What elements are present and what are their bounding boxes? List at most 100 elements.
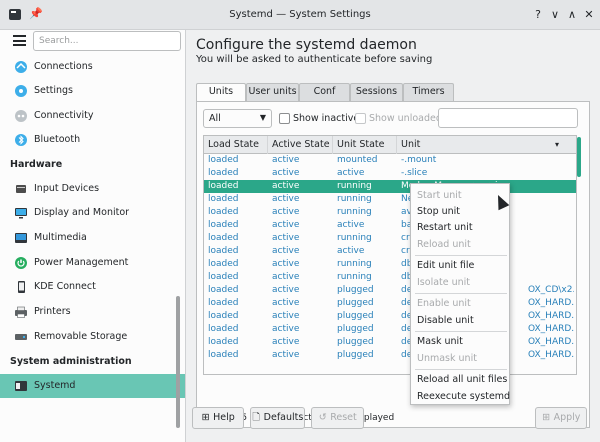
minimize-icon[interactable]: ∨ [548,8,562,22]
table-row[interactable]: loadedactivepluggeddevOX_HARD... [204,310,576,323]
sidebar-item-connectivity[interactable]: Connectivity [0,104,185,128]
cell-unit-state: plugged [337,350,374,360]
tab-sessions[interactable]: Sessions [350,83,403,101]
table-row[interactable]: loaded active active cry [204,245,576,258]
show-inactive-checkbox[interactable] [279,113,290,124]
input-devices-icon [16,185,26,193]
cell-unit-state: plugged [337,298,374,308]
table-row[interactable]: loadedactivepluggeddevOX_HARD... [204,349,576,362]
cell-load-state: loaded [208,298,239,308]
sidebar-item-multimedia[interactable]: Multimedia [0,226,185,250]
table-scrollbar[interactable] [577,137,581,177]
table-row[interactable]: loadedactiverunningdbu [204,271,576,284]
cell-load-state: loaded [208,220,239,230]
tab-user-units[interactable]: User units [246,83,299,101]
sidebar-item-removable-storage[interactable]: Removable Storage [0,325,185,349]
help-button[interactable]: ⊞ Help [192,407,244,429]
table-row[interactable]: loaded active running cro [204,232,576,245]
sidebar-item-bluetooth[interactable]: Bluetooth [0,128,185,152]
menu-separator [415,369,507,370]
sidebar-item-connections[interactable]: Connections [0,55,185,79]
cell-load-state: loaded [208,337,239,347]
table-row[interactable]: loadedactiverunningava [204,206,576,219]
menu-item-stop-unit[interactable]: Stop unit [417,206,460,217]
chevron-down-icon[interactable]: ▾ [551,136,563,154]
menu-item-reload-all-unit-files[interactable]: Reload all unit files [417,374,507,385]
cell-unit-state: plugged [337,311,374,321]
help-button-label: Help [213,412,235,423]
table-row[interactable]: loadedactiverunningdbu [204,258,576,271]
column-header-active-state[interactable]: Active State [268,136,333,154]
reset-button[interactable]: ↺ Reset [311,407,364,429]
apply-button[interactable]: ⊞ Apply [535,407,587,429]
table-row[interactable]: loadedactiverunningModemManager.service [204,180,576,193]
sidebar-item-label: Connections [34,61,93,72]
cell-unit-tail: OX_HARD... [528,298,574,308]
cell-unit: -.slice [401,168,428,178]
sidebar-item-display-and-monitor[interactable]: Display and Monitor [0,201,185,225]
unit-search-input[interactable] [438,108,578,128]
sidebar-item-label: Settings [34,85,73,96]
cell-load-state: loaded [208,324,239,334]
unit-filter-select[interactable]: All ▼ [203,109,272,128]
sidebar-item-settings[interactable]: Settings [0,79,185,103]
menu-separator [415,293,507,294]
table-row[interactable]: loadedactivepluggeddevOX_CD\x2... [204,284,576,297]
systemd-icon [15,381,27,391]
menu-item-restart-unit[interactable]: Restart unit [417,222,473,233]
hamburger-menu-icon[interactable] [13,35,26,46]
sidebar-item-label: Connectivity [34,110,94,121]
column-header-load-state[interactable]: Load State [204,136,268,154]
column-header-unit[interactable]: Unit [397,136,564,154]
maximize-icon[interactable]: ∧ [565,8,579,22]
cell-unit-tail: OX_HARD... [528,324,574,334]
table-row[interactable]: loaded active running Ne [204,193,576,206]
close-icon[interactable]: ✕ [582,8,596,22]
window-title: Systemd — System Settings [229,9,371,20]
help-icon[interactable]: ? [531,8,545,22]
multimedia-icon [15,233,27,243]
cell-load-state: loaded [208,194,239,204]
sidebar-item-power-management[interactable]: Power Management [0,251,185,275]
sidebar-item-label: KDE Connect [34,281,96,292]
defaults-button[interactable]: 🗋 Defaults [250,407,305,429]
table-row[interactable]: loaded active active ba [204,219,576,232]
sidebar-item-label: Printers [34,306,71,317]
reset-button-label: Reset [330,412,357,423]
cell-load-state: loaded [208,181,239,191]
column-header-unit-state[interactable]: Unit State [333,136,397,154]
menu-item-reexecute-systemd[interactable]: Reexecute systemd [417,391,510,402]
cell-unit-state: mounted [337,155,378,165]
table-row[interactable]: loaded active mounted -.mount [204,154,576,167]
units-panel: All ▼ Show inactive Show unloaded Load S… [196,101,590,428]
tab-timers[interactable]: Timers [403,83,454,101]
cell-unit: -.mount [401,155,437,165]
cell-unit-state: running [337,181,372,191]
sidebar-item-label: Power Management [34,257,129,268]
printer-icon [15,306,27,318]
show-unloaded-label: Show unloaded [369,113,442,124]
sidebar-item-kde-connect[interactable]: KDE Connect [0,275,185,299]
bluetooth-icon [15,134,27,146]
menu-item-disable-unit[interactable]: Disable unit [417,315,474,326]
menu-item-mask-unit[interactable]: Mask unit [417,336,463,347]
sidebar-item-systemd[interactable]: Systemd [0,374,185,398]
cell-unit-state: active [337,220,365,230]
cell-active-state: active [272,207,300,217]
sidebar-scrollbar[interactable] [176,296,180,428]
chevron-down-icon: ▼ [259,113,266,122]
table-row[interactable]: loadedactivepluggeddevOX_HARD... [204,336,576,349]
tab-units[interactable]: Units [196,83,246,102]
tab-conf[interactable]: Conf [299,83,350,101]
sidebar-item-input-devices[interactable]: Input Devices [0,177,185,201]
kde-connect-icon [18,281,25,293]
menu-item-reload-unit: Reload unit [417,239,471,250]
sidebar-search-input[interactable]: Search... [33,31,181,51]
table-row[interactable]: loadedactivepluggeddevOX_HARD... [204,323,576,336]
menu-item-edit-unit-file[interactable]: Edit unit file [417,260,474,271]
table-row[interactable]: loadedactivepluggeddevOX_HARD... [204,297,576,310]
cell-active-state: active [272,324,300,334]
sidebar-item-printers[interactable]: Printers [0,300,185,324]
table-row[interactable]: loaded active active -.slice [204,167,576,180]
sidebar-header-hardware: Hardware [10,159,63,170]
